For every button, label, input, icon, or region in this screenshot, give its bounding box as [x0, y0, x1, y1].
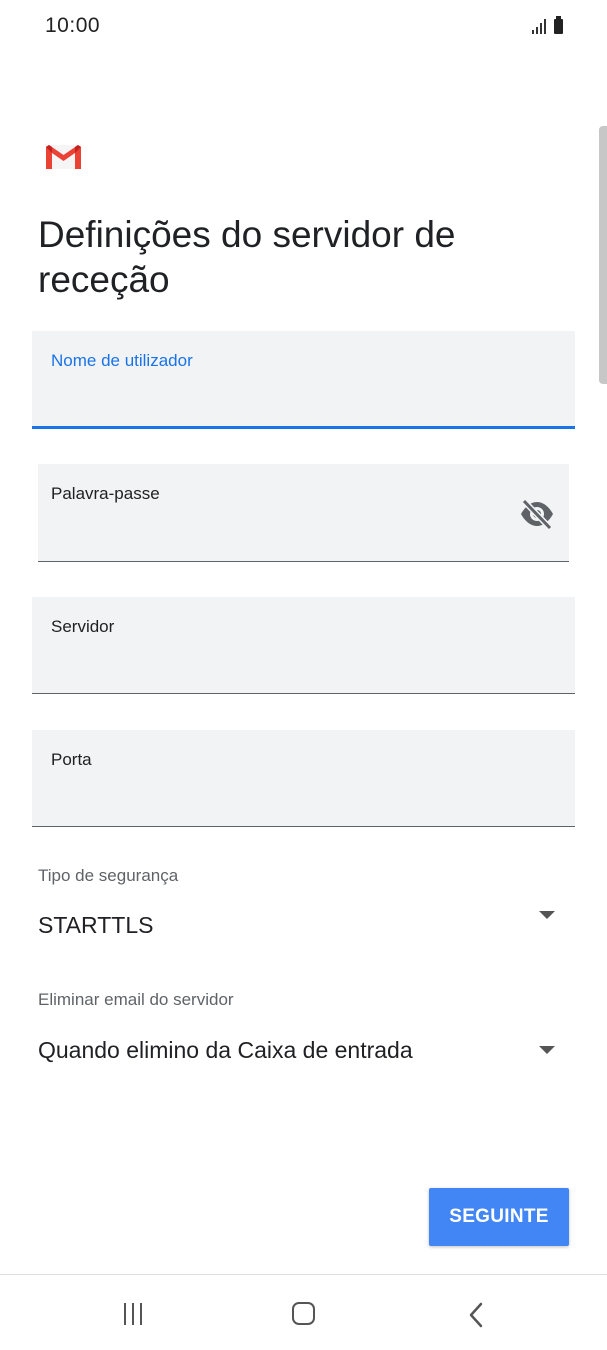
eye-off-icon[interactable]	[519, 496, 555, 532]
next-button[interactable]: SEGUINTE	[429, 1188, 569, 1246]
signal-icon	[532, 18, 546, 34]
password-field[interactable]: Palavra-passe	[38, 464, 569, 562]
port-label: Porta	[51, 750, 92, 769]
username-field[interactable]: Nome de utilizador	[32, 331, 575, 429]
delete-email-dropdown-icon[interactable]	[539, 1046, 555, 1054]
delete-email-value[interactable]: Quando elimino da Caixa de entrada	[38, 1037, 413, 1064]
battery-icon	[554, 16, 563, 34]
delete-email-label: Eliminar email do servidor	[38, 990, 234, 1009]
gmail-logo	[46, 145, 81, 169]
password-label: Palavra-passe	[51, 484, 160, 503]
port-field[interactable]: Porta	[32, 730, 575, 827]
navigation-bar	[0, 1274, 607, 1350]
page-title: Definições do servidor de receção	[38, 214, 456, 300]
security-type-value[interactable]: STARTTLS	[38, 912, 153, 939]
security-type-label: Tipo de segurança	[38, 866, 179, 885]
home-icon[interactable]	[292, 1302, 315, 1325]
status-icons	[532, 16, 563, 34]
scrollbar[interactable]	[599, 126, 607, 384]
recent-apps-icon[interactable]	[124, 1303, 142, 1325]
username-label: Nome de utilizador	[51, 351, 193, 370]
server-label: Servidor	[51, 617, 115, 636]
incoming-server-settings-screen: 10:00 Definições do servidor de receção …	[0, 0, 607, 1350]
server-field[interactable]: Servidor	[32, 597, 575, 694]
back-icon[interactable]	[466, 1301, 486, 1329]
status-time: 10:00	[45, 14, 101, 37]
security-type-dropdown-icon[interactable]	[539, 911, 555, 919]
